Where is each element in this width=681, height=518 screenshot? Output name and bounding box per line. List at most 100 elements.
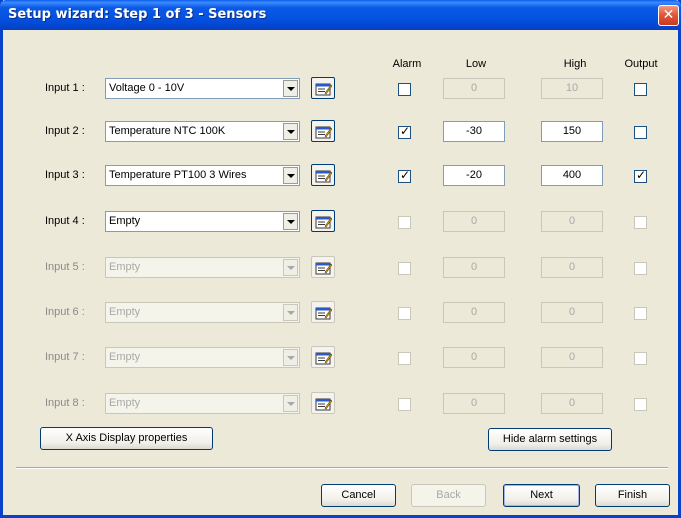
low-limit-field[interactable]: -20 [443,165,505,186]
alarm-checkbox[interactable]: ✓ [398,168,411,183]
input-label: Input 6 : [45,306,85,318]
cancel-button[interactable]: Cancel [321,484,396,507]
footer-divider [16,467,668,469]
sensor-type-select[interactable]: Empty [105,347,300,368]
input-label: Input 2 : [45,125,85,137]
output-checkbox[interactable] [634,83,647,96]
low-limit-field[interactable]: 0 [443,302,505,323]
alarm-checkbox[interactable] [398,216,411,229]
check-icon: ✓ [400,168,411,182]
sensor-type-select[interactable]: Temperature PT100 3 Wires [105,165,300,186]
sensor-type-value: Temperature NTC 100K [109,125,226,137]
chevron-down-icon[interactable] [283,395,298,412]
sensor-properties-button[interactable] [311,77,335,99]
chevron-down-icon[interactable] [283,349,298,366]
low-column-header: Low [465,58,487,70]
low-limit-field[interactable]: 0 [443,211,505,232]
low-limit-field[interactable]: 0 [443,257,505,278]
setup-wizard-window: Setup wizard: Step 1 of 3 - Sensors ✕ Al… [0,0,681,518]
sensor-type-select[interactable]: Empty [105,211,300,232]
output-checkbox[interactable] [634,216,647,229]
high-limit-value: 0 [568,306,576,318]
next-button[interactable]: Next [503,484,580,507]
high-limit-field[interactable]: 400 [541,165,603,186]
sensor-properties-button[interactable] [311,392,335,414]
high-limit-value: 400 [562,169,582,181]
high-limit-field[interactable]: 0 [541,302,603,323]
sensor-properties-button[interactable] [311,120,335,142]
high-limit-value: 0 [568,351,576,363]
sensor-type-select[interactable]: Empty [105,393,300,414]
low-limit-value: 0 [470,397,478,409]
high-limit-value: 10 [565,82,579,94]
low-limit-field[interactable]: 0 [443,393,505,414]
sensor-properties-button[interactable] [311,164,335,186]
chevron-down-icon[interactable] [283,259,298,276]
chevron-down-icon[interactable] [283,304,298,321]
high-limit-field[interactable]: 10 [541,78,603,99]
alarm-checkbox[interactable] [398,83,411,96]
chevron-down-icon[interactable] [283,213,298,230]
high-limit-field[interactable]: 150 [541,121,603,142]
sensor-type-value: Empty [109,215,141,227]
sensor-properties-button[interactable] [311,210,335,232]
high-limit-field[interactable]: 0 [541,347,603,368]
output-checkbox[interactable] [634,352,647,365]
alarm-column-header: Alarm [392,58,422,70]
low-limit-value: 0 [470,351,478,363]
back-button[interactable]: Back [411,484,486,507]
sensor-type-select[interactable]: Temperature NTC 100K [105,121,300,142]
output-checkbox[interactable] [634,126,647,139]
low-limit-value: 0 [470,82,478,94]
input-label: Input 5 : [45,261,85,273]
check-icon: ✓ [636,168,647,182]
close-button[interactable]: ✕ [658,5,679,26]
chevron-down-icon[interactable] [283,80,298,97]
low-limit-value: -30 [466,125,482,137]
sensor-type-value: Empty [109,351,141,363]
sensor-properties-button[interactable] [311,301,335,323]
sensor-properties-button[interactable] [311,346,335,368]
high-limit-field[interactable]: 0 [541,211,603,232]
x-axis-display-properties-button[interactable]: X Axis Display properties [40,427,213,450]
low-limit-field[interactable]: 0 [443,78,505,99]
low-limit-value: 0 [470,261,478,273]
sensor-properties-button[interactable] [311,256,335,278]
low-limit-field[interactable]: -30 [443,121,505,142]
output-checkbox[interactable]: ✓ [634,168,647,183]
high-limit-value: 0 [568,397,576,409]
sensor-type-select[interactable]: Empty [105,257,300,278]
input-label: Input 7 : [45,351,85,363]
sensor-type-value: Empty [109,261,141,273]
alarm-checkbox[interactable] [398,262,411,275]
low-limit-field[interactable]: 0 [443,347,505,368]
high-column-header: High [563,58,587,70]
low-limit-value: 0 [470,215,478,227]
low-limit-value: -20 [466,169,482,181]
input-label: Input 3 : [45,169,85,181]
check-icon: ✓ [400,124,411,138]
output-checkbox[interactable] [634,307,647,320]
output-checkbox[interactable] [634,262,647,275]
output-checkbox[interactable] [634,398,647,411]
finish-button[interactable]: Finish [595,484,670,507]
alarm-checkbox[interactable] [398,398,411,411]
alarm-checkbox[interactable] [398,352,411,365]
alarm-checkbox[interactable] [398,307,411,320]
alarm-checkbox[interactable]: ✓ [398,124,411,139]
high-limit-field[interactable]: 0 [541,393,603,414]
input-label: Input 8 : [45,397,85,409]
close-icon: ✕ [662,7,675,23]
hide-alarm-settings-button[interactable]: Hide alarm settings [488,428,612,451]
sensor-type-select[interactable]: Voltage 0 - 10V [105,78,300,99]
sensor-type-select[interactable]: Empty [105,302,300,323]
chevron-down-icon[interactable] [283,123,298,140]
input-label: Input 1 : [45,82,85,94]
sensor-type-value: Empty [109,397,141,409]
title-bar[interactable]: Setup wizard: Step 1 of 3 - Sensors ✕ [0,0,681,30]
output-column-header: Output [624,58,658,70]
high-limit-value: 0 [568,215,576,227]
chevron-down-icon[interactable] [283,167,298,184]
high-limit-field[interactable]: 0 [541,257,603,278]
sensor-type-value: Voltage 0 - 10V [109,82,185,94]
